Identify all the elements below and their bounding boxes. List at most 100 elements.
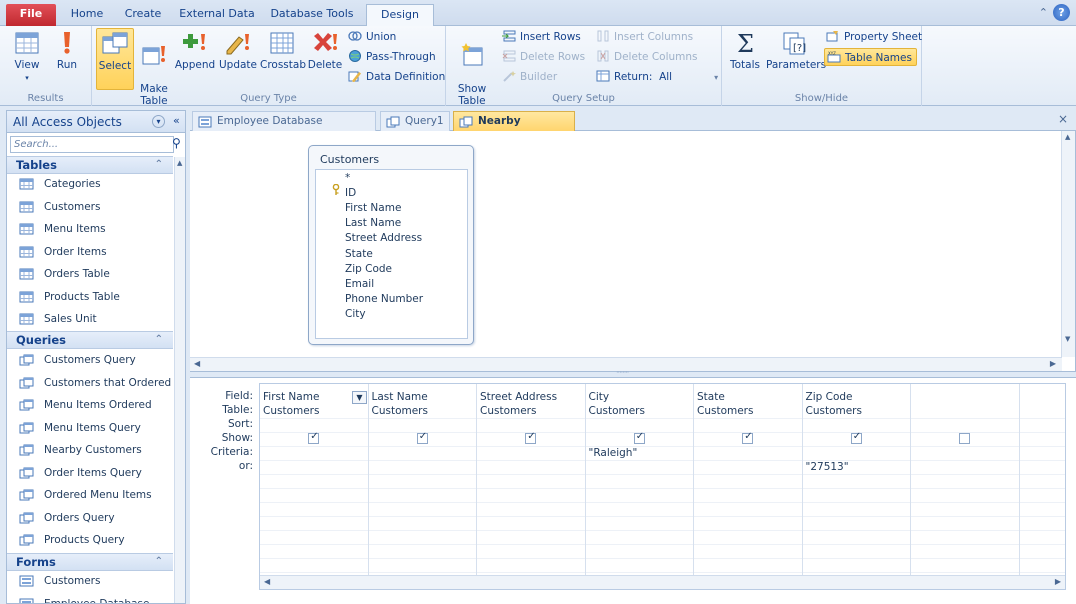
section-tables[interactable]: Tables ⌃: [7, 156, 173, 174]
nav-scrollbar[interactable]: ▲: [174, 157, 185, 603]
return-value[interactable]: All: [659, 71, 672, 83]
nav-query-customers-query[interactable]: Customers Query: [7, 349, 173, 371]
field-zip-code[interactable]: Zip Code: [345, 263, 392, 275]
grid-or-cell[interactable]: "27513": [806, 461, 849, 473]
nav-query-customers-that-ordered[interactable]: Customers that Ordered: [7, 372, 173, 394]
grid-column-state[interactable]: State Customers: [694, 384, 803, 579]
data-definition-button[interactable]: Data Definition: [348, 68, 445, 86]
show-checkbox[interactable]: [850, 431, 862, 444]
nav-table-orders-table[interactable]: Orders Table: [7, 263, 173, 285]
insert-rows-button[interactable]: Insert Rows: [502, 28, 581, 46]
tab-home[interactable]: Home: [66, 4, 108, 26]
grid-horizontal-scrollbar[interactable]: ◀ ▶: [260, 575, 1065, 589]
nav-table-order-items[interactable]: Order Items: [7, 241, 173, 263]
nav-query-nearby-customers[interactable]: Nearby Customers: [7, 439, 173, 461]
scroll-down-icon[interactable]: ▼: [1065, 335, 1070, 343]
nav-table-products-table[interactable]: Products Table: [7, 286, 173, 308]
collapse-pane-icon[interactable]: «: [173, 114, 180, 127]
grid-column-zip-code[interactable]: Zip Code Customers "27513": [803, 384, 911, 579]
grid-column-last-name[interactable]: Last Name Customers: [369, 384, 477, 579]
nav-query-menu-items-ordered[interactable]: Menu Items Ordered: [7, 394, 173, 416]
doc-tab-query1[interactable]: Query1: [380, 111, 450, 131]
chevron-down-icon[interactable]: ▾: [714, 73, 718, 82]
field-phone-number[interactable]: Phone Number: [345, 293, 423, 305]
section-forms[interactable]: Forms ⌃: [7, 553, 173, 571]
field-city[interactable]: City: [345, 308, 366, 320]
nav-query-order-items-query[interactable]: Order Items Query: [7, 462, 173, 484]
show-table-button[interactable]: Show Table: [452, 28, 492, 107]
scroll-left-icon[interactable]: ◀: [264, 577, 270, 586]
show-checkbox[interactable]: [742, 431, 754, 444]
nav-form-customers[interactable]: Customers: [7, 570, 173, 592]
scroll-right-icon[interactable]: ▶: [1050, 359, 1056, 368]
nav-table-customers[interactable]: Customers: [7, 196, 173, 218]
delete-rows-button[interactable]: Delete Rows: [502, 48, 585, 66]
show-checkbox[interactable]: [525, 431, 537, 444]
select-query-button[interactable]: Select: [96, 28, 134, 90]
field-first-name[interactable]: First Name: [345, 202, 401, 214]
customers-table-field-list[interactable]: Customers * ID First Name Last Name Street A…: [308, 145, 474, 345]
scroll-right-icon[interactable]: ▶: [1055, 577, 1061, 586]
grid-table-cell[interactable]: Customers: [480, 405, 536, 417]
union-button[interactable]: Union: [348, 28, 396, 46]
nav-query-products-query[interactable]: Products Query: [7, 529, 173, 551]
nav-form-employee-database-na[interactable]: Employee Database Na...: [7, 593, 173, 603]
parameters-button[interactable]: [?] Parameters: [766, 28, 826, 90]
grid-table-cell[interactable]: Customers: [806, 405, 862, 417]
tab-create[interactable]: Create: [118, 4, 168, 26]
grid-field-cell[interactable]: City: [589, 391, 610, 403]
tab-file[interactable]: File: [6, 4, 56, 26]
splitter-grip-icon[interactable]: ········: [616, 368, 629, 377]
navigation-pane-header[interactable]: All Access Objects ▾ «: [7, 111, 185, 133]
grid-column-empty[interactable]: [911, 384, 1020, 579]
nav-query-menu-items-query[interactable]: Menu Items Query: [7, 417, 173, 439]
nav-table-menu-items[interactable]: Menu Items: [7, 218, 173, 240]
grid-field-cell[interactable]: Street Address: [480, 391, 557, 403]
pane-splitter[interactable]: ········: [190, 368, 1076, 378]
scroll-up-icon[interactable]: ▲: [1065, 133, 1070, 141]
grid-table-cell[interactable]: Customers: [372, 405, 428, 417]
insert-columns-button[interactable]: Insert Columns: [596, 28, 693, 46]
collapse-chevron-icon[interactable]: ⌃: [155, 332, 163, 348]
grid-field-cell[interactable]: Last Name: [372, 391, 428, 403]
field-id[interactable]: ID: [345, 187, 356, 199]
grid-column-city[interactable]: City Customers "Raleigh": [586, 384, 694, 579]
show-checkbox[interactable]: [308, 431, 320, 444]
grid-table-cell[interactable]: Customers: [589, 405, 645, 417]
collapse-chevron-icon[interactable]: ⌃: [155, 554, 163, 570]
table-names-button[interactable]: XYZ Table Names: [824, 48, 917, 66]
show-checkbox[interactable]: [633, 431, 645, 444]
field-all-fields[interactable]: *: [345, 172, 350, 184]
delete-query-button[interactable]: Delete: [306, 28, 344, 90]
tab-database-tools[interactable]: Database Tools: [266, 4, 358, 26]
section-queries[interactable]: Queries ⌃: [7, 331, 173, 349]
minimize-ribbon-icon[interactable]: ⌃: [1039, 6, 1048, 19]
field-list-title[interactable]: Customers: [320, 153, 379, 166]
collapse-chevron-icon[interactable]: ⌃: [155, 157, 163, 173]
field-street-address[interactable]: Street Address: [345, 232, 422, 244]
nav-search-input[interactable]: Search...: [10, 136, 174, 153]
make-table-button[interactable]: Make Table: [136, 28, 172, 107]
builder-button[interactable]: Builder: [502, 68, 557, 86]
help-icon[interactable]: ?: [1053, 4, 1070, 21]
return-dropdown[interactable]: Return: All ▾: [596, 68, 718, 86]
view-button[interactable]: View ▾: [6, 28, 48, 90]
grid-table-cell[interactable]: Customers: [263, 405, 319, 417]
navigation-pane-title[interactable]: All Access Objects: [13, 115, 122, 129]
update-button[interactable]: Update: [218, 28, 258, 90]
search-icon[interactable]: ⚲: [172, 136, 181, 150]
delete-columns-button[interactable]: Delete Columns: [596, 48, 698, 66]
grid-field-cell[interactable]: Zip Code: [806, 391, 853, 403]
grid-table-cell[interactable]: Customers: [697, 405, 753, 417]
field-email[interactable]: Email: [345, 278, 374, 290]
nav-query-orders-query[interactable]: Orders Query: [7, 507, 173, 529]
doc-tab-employee-navigation[interactable]: Employee Database Navigation: [192, 111, 376, 146]
property-sheet-button[interactable]: Property Sheet: [826, 28, 922, 46]
upper-vertical-scrollbar[interactable]: ▲ ▼: [1061, 131, 1075, 357]
show-checkbox[interactable]: [959, 433, 971, 444]
pass-through-button[interactable]: Pass-Through: [348, 48, 436, 66]
grid-column-street-address[interactable]: Street Address Customers: [477, 384, 586, 579]
grid-field-cell[interactable]: State: [697, 391, 725, 403]
nav-query-ordered-menu-items[interactable]: Ordered Menu Items: [7, 484, 173, 506]
close-icon[interactable]: ×: [1058, 112, 1068, 126]
